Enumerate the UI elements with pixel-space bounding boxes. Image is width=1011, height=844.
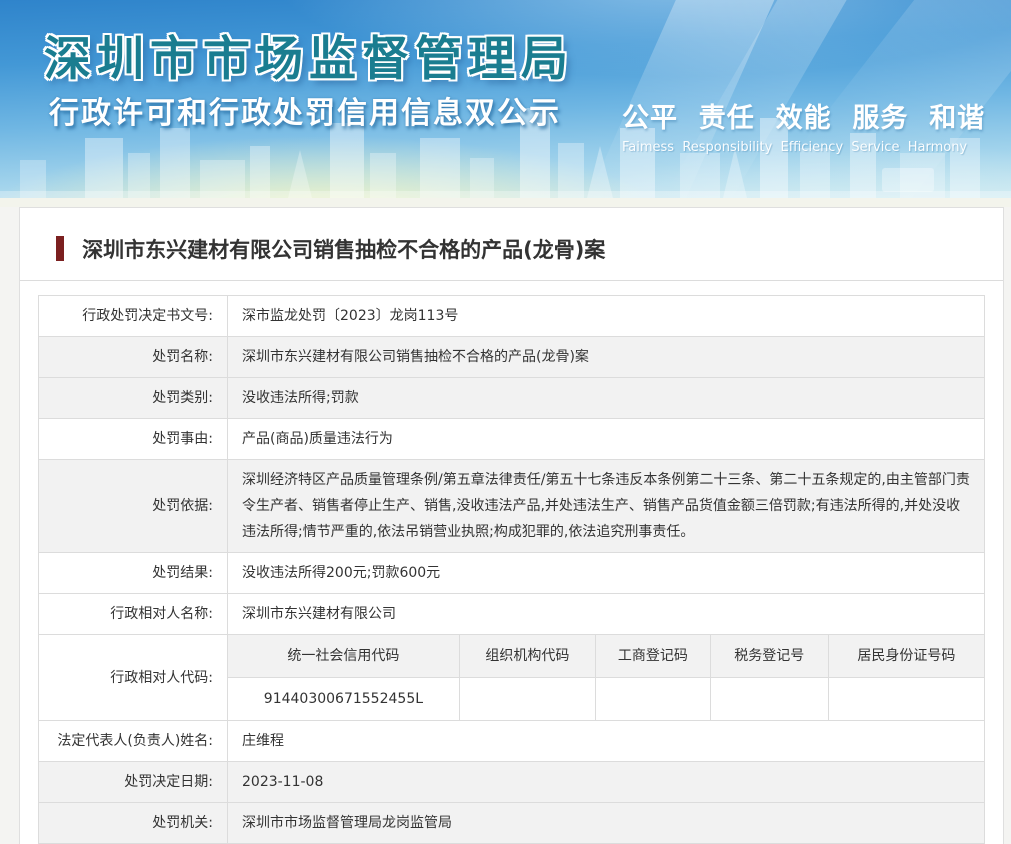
slogan-english: Faimess Responsibility Efficiency Servic… xyxy=(622,140,985,155)
row-value: 没收违法所得200元;罚款600元 xyxy=(228,553,985,594)
row-label: 行政相对人名称: xyxy=(39,594,228,635)
row-label: 处罚事由: xyxy=(39,419,228,460)
content-card: 深圳市东兴建材有限公司销售抽检不合格的产品(龙骨)案 行政处罚决定书文号: 深市… xyxy=(19,207,1004,844)
codes-header-row: 统一社会信用代码 组织机构代码 工商登记码 税务登记号 居民身份证号码 xyxy=(228,635,984,678)
row-label: 处罚机关: xyxy=(39,803,228,844)
table-row-party-codes: 行政相对人代码: 统一社会信用代码 组织机构代码 工商登记码 税务登记号 居民身… xyxy=(39,635,985,721)
codes-header: 税务登记号 xyxy=(710,635,828,678)
title-accent-bar xyxy=(56,236,64,261)
codes-value xyxy=(595,678,710,721)
row-value: 深圳市东兴建材有限公司销售抽检不合格的产品(龙骨)案 xyxy=(228,337,985,378)
table-row: 处罚机关: 深圳市市场监督管理局龙岗监管局 xyxy=(39,803,985,844)
table-row: 行政处罚决定书文号: 深市监龙处罚〔2023〕龙岗113号 xyxy=(39,296,985,337)
row-value: 深圳市市场监督管理局龙岗监管局 xyxy=(228,803,985,844)
banner-bottom-strip xyxy=(0,198,1011,207)
site-banner: 深圳市市场监督管理局 行政许可和行政处罚信用信息双公示 公平 责任 效能 服务 … xyxy=(0,0,1011,198)
table-row: 处罚依据: 深圳经济特区产品质量管理条例/第五章法律责任/第五十七条违反本条例第… xyxy=(39,460,985,553)
codes-value xyxy=(828,678,984,721)
row-label: 行政处罚决定书文号: xyxy=(39,296,228,337)
row-label: 处罚依据: xyxy=(39,460,228,553)
row-value: 深圳经济特区产品质量管理条例/第五章法律责任/第五十七条违反本条例第二十三条、第… xyxy=(228,460,985,553)
table-row: 处罚决定日期: 2023-11-08 xyxy=(39,762,985,803)
banner-subtitle: 行政许可和行政处罚信用信息双公示 xyxy=(49,88,561,132)
row-value: 深市监龙处罚〔2023〕龙岗113号 xyxy=(228,296,985,337)
codes-value xyxy=(710,678,828,721)
table-row: 法定代表人(负责人)姓名: 庄维程 xyxy=(39,721,985,762)
row-value: 深圳市东兴建材有限公司 xyxy=(228,594,985,635)
table-row: 处罚结果: 没收违法所得200元;罚款600元 xyxy=(39,553,985,594)
party-codes-cell: 统一社会信用代码 组织机构代码 工商登记码 税务登记号 居民身份证号码 9144… xyxy=(228,635,985,721)
codes-value-row: 91440300671552455L xyxy=(228,678,984,721)
row-value: 2023-11-08 xyxy=(228,762,985,803)
row-label: 处罚类别: xyxy=(39,378,228,419)
table-row: 处罚事由: 产品(商品)质量违法行为 xyxy=(39,419,985,460)
org-name-title: 深圳市市场监督管理局 xyxy=(44,20,574,89)
codes-header: 工商登记码 xyxy=(595,635,710,678)
penalty-info-table: 行政处罚决定书文号: 深市监龙处罚〔2023〕龙岗113号 处罚名称: 深圳市东… xyxy=(38,295,985,844)
row-value: 庄维程 xyxy=(228,721,985,762)
row-label: 行政相对人代码: xyxy=(39,635,228,721)
codes-value xyxy=(459,678,595,721)
party-codes-table: 统一社会信用代码 组织机构代码 工商登记码 税务登记号 居民身份证号码 9144… xyxy=(228,635,984,720)
row-label: 处罚名称: xyxy=(39,337,228,378)
row-value: 产品(商品)质量违法行为 xyxy=(228,419,985,460)
row-value: 没收违法所得;罚款 xyxy=(228,378,985,419)
slogan-block: 公平 责任 效能 服务 和谐 Faimess Responsibility Ef… xyxy=(622,96,985,155)
codes-header: 组织机构代码 xyxy=(459,635,595,678)
row-label: 处罚决定日期: xyxy=(39,762,228,803)
codes-header: 统一社会信用代码 xyxy=(228,635,459,678)
row-label: 处罚结果: xyxy=(39,553,228,594)
table-row: 行政相对人名称: 深圳市东兴建材有限公司 xyxy=(39,594,985,635)
slogan-chinese: 公平 责任 效能 服务 和谐 xyxy=(622,96,985,135)
table-row: 处罚类别: 没收违法所得;罚款 xyxy=(39,378,985,419)
codes-value: 91440300671552455L xyxy=(228,678,459,721)
row-label: 法定代表人(负责人)姓名: xyxy=(39,721,228,762)
table-row: 处罚名称: 深圳市东兴建材有限公司销售抽检不合格的产品(龙骨)案 xyxy=(39,337,985,378)
codes-header: 居民身份证号码 xyxy=(828,635,984,678)
case-title-block: 深圳市东兴建材有限公司销售抽检不合格的产品(龙骨)案 xyxy=(20,208,1003,281)
page-title: 深圳市东兴建材有限公司销售抽检不合格的产品(龙骨)案 xyxy=(82,238,605,262)
